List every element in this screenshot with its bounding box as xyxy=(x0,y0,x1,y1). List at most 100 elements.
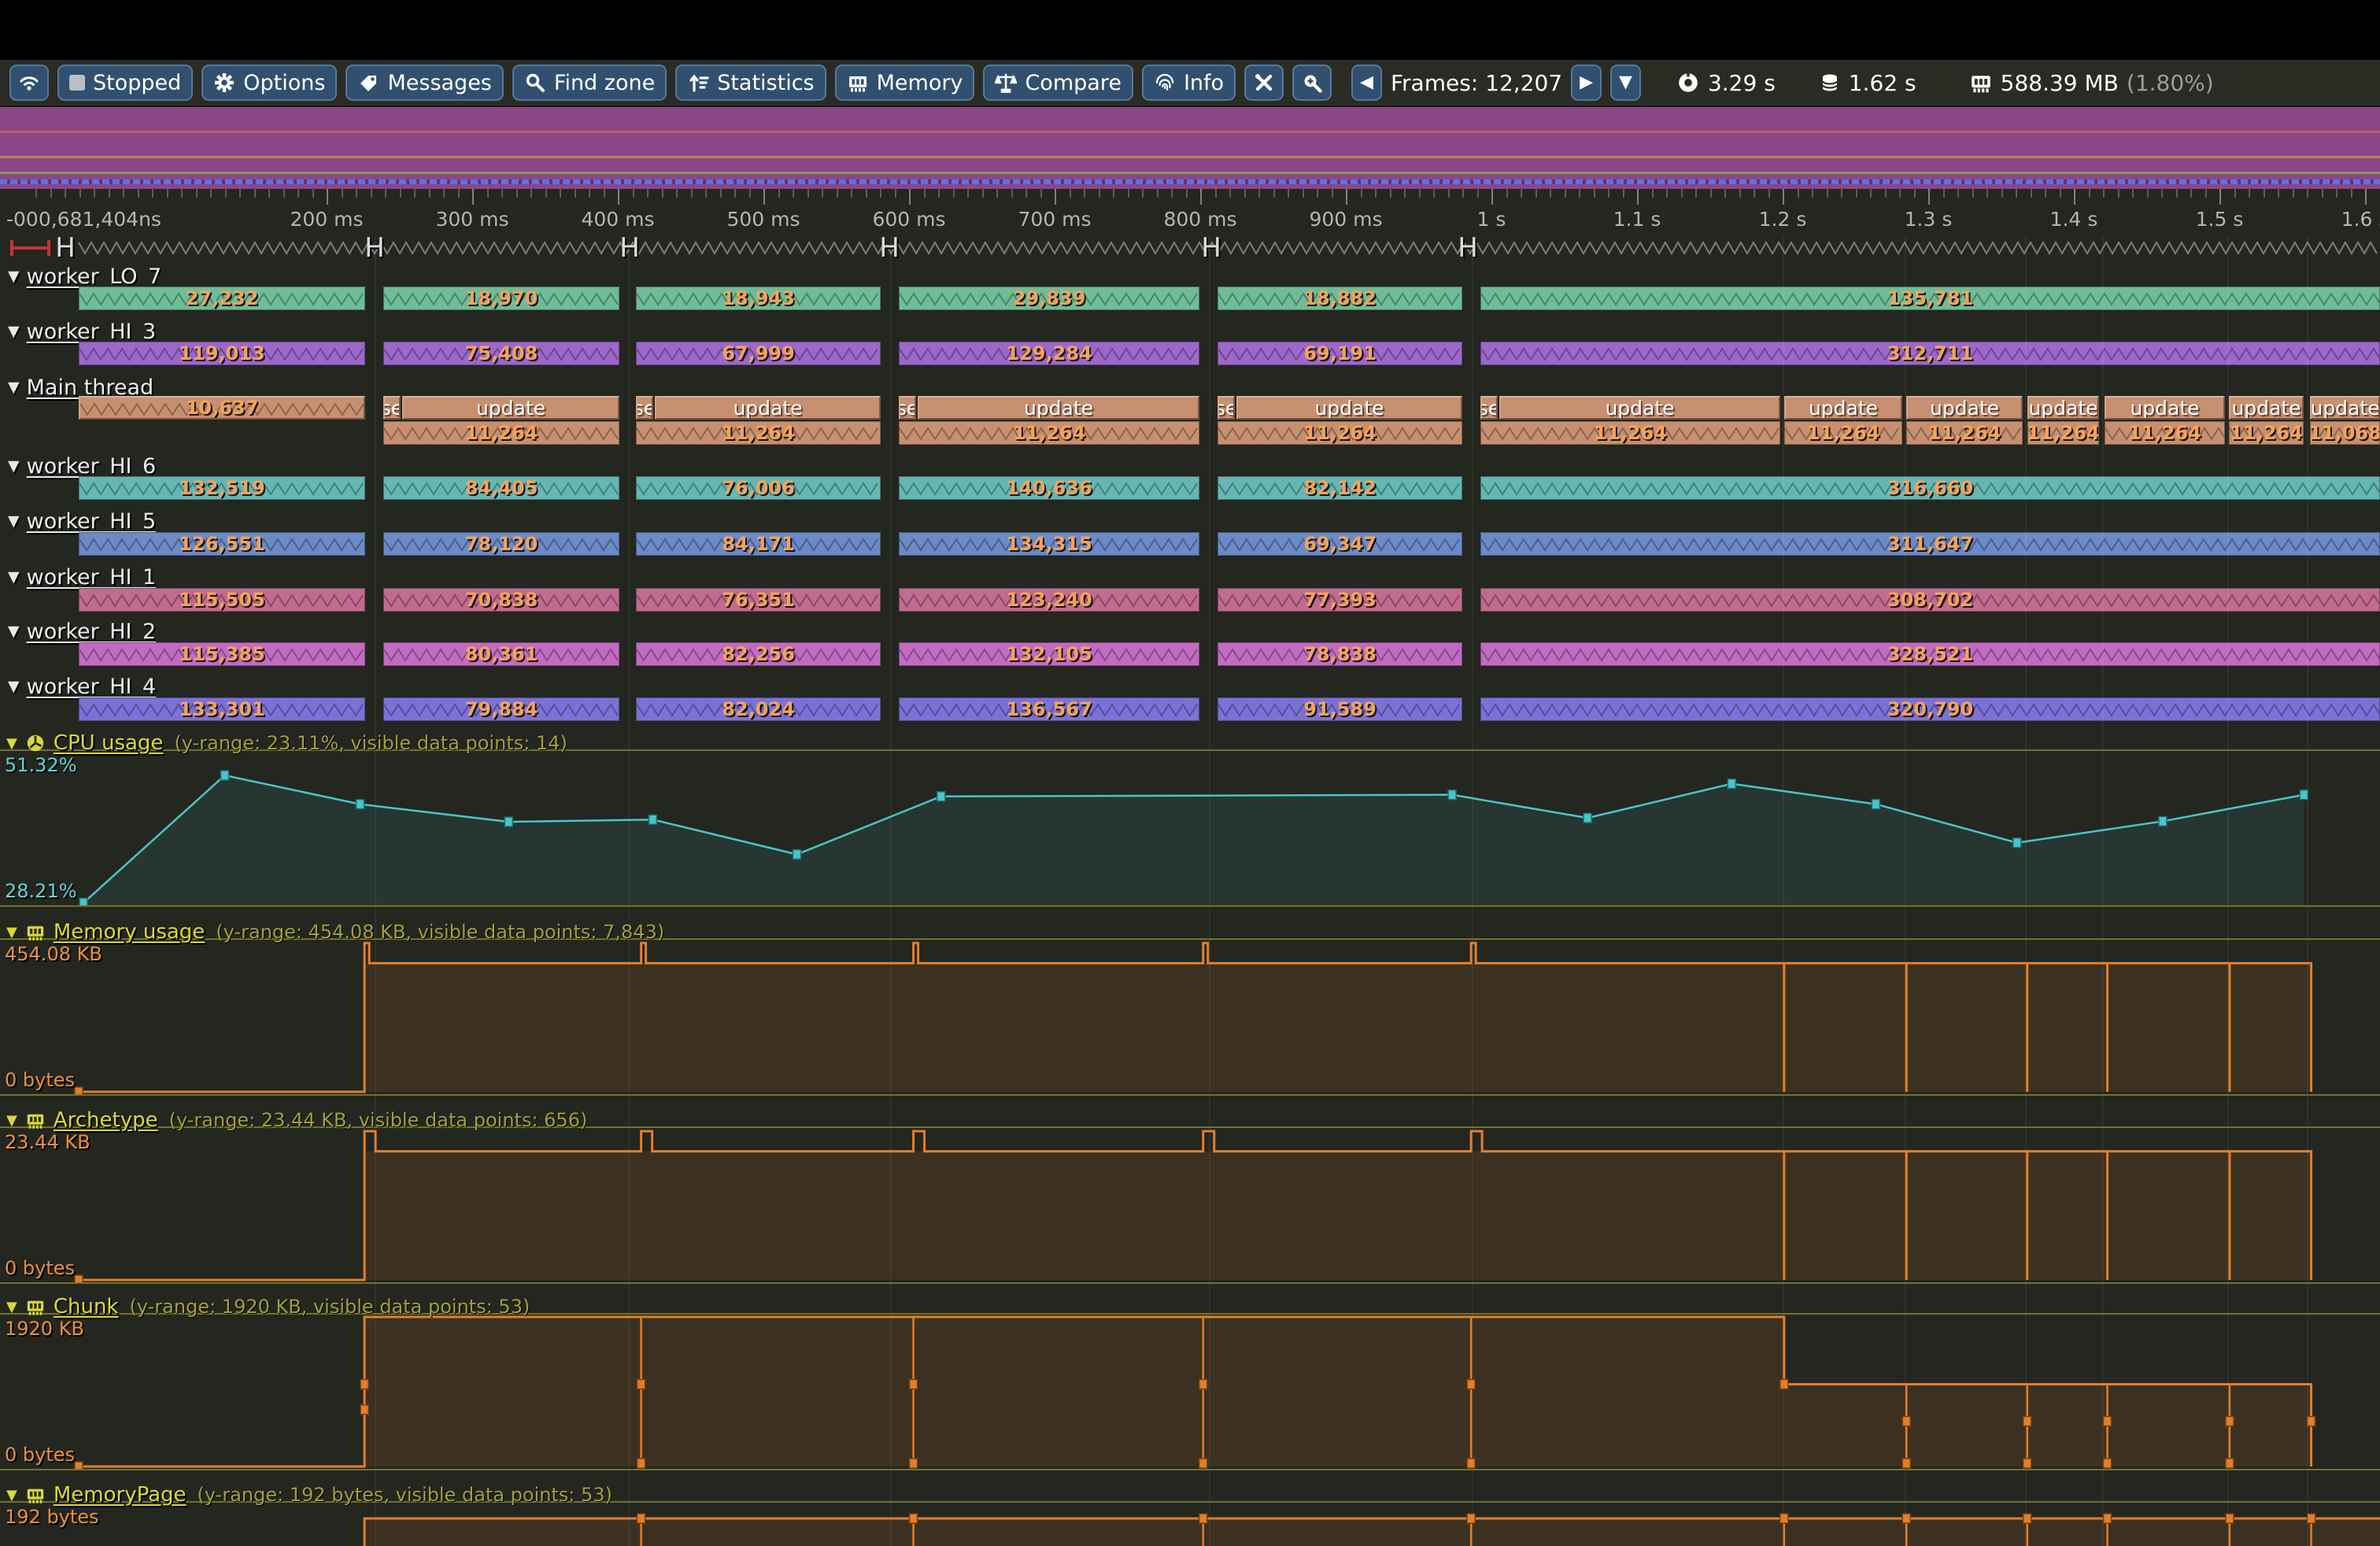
zone-bar[interactable]: 135,781 xyxy=(1480,287,2380,310)
plot-cpu-usage[interactable] xyxy=(0,751,2380,905)
zone-bar[interactable]: 316,660 xyxy=(1480,476,2380,500)
zone-bar[interactable]: 11,264 xyxy=(1784,421,1902,445)
frame-set-marker[interactable]: H xyxy=(1201,233,1221,263)
zone-bar[interactable]: 82,024 xyxy=(636,697,881,721)
statistics-button[interactable]: Statistics xyxy=(675,65,826,101)
info-button[interactable]: Info xyxy=(1142,65,1236,101)
plot-header[interactable]: ▼Memory usage(y-range: 454.08 KB, visibl… xyxy=(6,921,664,943)
collapse-arrow-icon[interactable]: ▼ xyxy=(8,623,20,640)
zone-bar[interactable]: 69,347 xyxy=(1218,532,1462,556)
zone-bar[interactable]: 67,999 xyxy=(636,342,881,365)
plot-header[interactable]: ▼Archetype(y-range: 23.44 KB, visible da… xyxy=(6,1109,587,1131)
zone-bar-se[interactable]: se xyxy=(899,396,916,420)
collapse-arrow-icon[interactable]: ▼ xyxy=(6,924,17,941)
zone-bar[interactable]: 18,882 xyxy=(1218,287,1462,310)
zone-bar[interactable]: 91,589 xyxy=(1218,697,1462,721)
zone-bar[interactable]: 140,636 xyxy=(899,476,1199,500)
plot-header[interactable]: ▼Chunk(y-range: 1920 KB, visible data po… xyxy=(6,1296,530,1318)
zone-bar-update[interactable]: update xyxy=(2027,396,2099,420)
find-zone-button[interactable]: Find zone xyxy=(512,65,667,101)
zone-bar[interactable]: 312,711 xyxy=(1480,342,2380,365)
zone-bar[interactable]: 11,264 xyxy=(1480,421,1780,445)
collapse-arrow-icon[interactable]: ▼ xyxy=(6,1299,17,1315)
collapse-arrow-icon[interactable]: ▼ xyxy=(8,568,20,586)
thread-label[interactable]: ▼worker_HI_5 xyxy=(8,509,156,533)
zone-bar[interactable]: 76,006 xyxy=(636,476,881,500)
collapse-arrow-icon[interactable]: ▼ xyxy=(8,323,20,340)
zone-bar[interactable]: 10,637 xyxy=(79,396,365,420)
collapse-arrow-icon[interactable]: ▼ xyxy=(6,1487,17,1503)
zone-bar[interactable]: 328,521 xyxy=(1480,642,2380,666)
collapse-arrow-icon[interactable]: ▼ xyxy=(6,1112,17,1129)
next-frame-button[interactable]: ▶ xyxy=(1571,65,1602,101)
plot-memory-usage[interactable] xyxy=(0,940,2380,1094)
frame-set-marker[interactable]: H xyxy=(1458,233,1478,263)
zone-bar[interactable]: 11,264 xyxy=(2027,421,2099,445)
collapse-arrow-icon[interactable]: ▼ xyxy=(8,512,20,530)
plot-header[interactable]: ▼CPU usage(y-range: 23.11%, visible data… xyxy=(6,732,567,754)
zone-bar[interactable]: 308,702 xyxy=(1480,588,2380,612)
plot-chunk[interactable] xyxy=(0,1315,2380,1469)
frame-markers-row[interactable]: HHHHHH xyxy=(0,233,2380,263)
zone-bar-update[interactable]: update xyxy=(2229,396,2304,420)
zone-bar-update[interactable]: update xyxy=(1499,396,1780,420)
thread-label[interactable]: ▼worker_HI_2 xyxy=(8,620,156,643)
timeline-ruler[interactable]: -000,681,404ns 200 ms300 ms400 ms500 ms6… xyxy=(0,189,2380,236)
zone-bar[interactable]: 82,256 xyxy=(636,642,881,666)
frame-set-marker[interactable]: H xyxy=(364,233,385,263)
zone-bar-se[interactable]: se xyxy=(383,396,401,420)
zone-bar[interactable]: 11,264 xyxy=(383,421,619,445)
plot-memorypage[interactable] xyxy=(0,1503,2380,1546)
connection-button[interactable] xyxy=(9,65,49,101)
plot-header[interactable]: ▼MemoryPage(y-range: 192 bytes, visible … xyxy=(6,1484,612,1506)
zone-bar[interactable]: 311,647 xyxy=(1480,532,2380,556)
zone-bar[interactable]: 69,191 xyxy=(1218,342,1462,365)
zone-bar[interactable]: 134,315 xyxy=(899,532,1199,556)
collapse-arrow-icon[interactable]: ▼ xyxy=(8,268,20,285)
zone-bar[interactable]: 119,013 xyxy=(79,342,365,365)
frame-set-marker[interactable]: H xyxy=(879,233,900,263)
zone-bar[interactable]: 115,505 xyxy=(79,588,365,612)
collapse-arrow-icon[interactable]: ▼ xyxy=(8,678,20,695)
zone-bar[interactable]: 82,142 xyxy=(1218,476,1462,500)
zone-bar-update[interactable]: update xyxy=(2310,396,2380,420)
frame-dropdown-button[interactable]: ▼ xyxy=(1610,65,1641,101)
zone-bar[interactable]: 11,264 xyxy=(636,421,881,445)
frame-set-marker[interactable]: H xyxy=(55,233,76,263)
options-button[interactable]: Options xyxy=(201,65,337,101)
zone-bar[interactable]: 79,884 xyxy=(383,697,619,721)
stopped-button[interactable]: Stopped xyxy=(57,65,193,101)
zone-bar[interactable]: 123,240 xyxy=(899,588,1199,612)
zone-bar[interactable]: 320,790 xyxy=(1480,697,2380,721)
collapse-arrow-icon[interactable]: ▼ xyxy=(8,457,20,475)
zone-bar[interactable]: 29,839 xyxy=(899,287,1199,310)
zone-bar-update[interactable]: update xyxy=(1906,396,2023,420)
collapse-arrow-icon[interactable]: ▼ xyxy=(6,735,17,752)
prev-frame-button[interactable]: ◀ xyxy=(1351,65,1382,101)
zone-bar[interactable]: 84,171 xyxy=(636,532,881,556)
zone-bar[interactable]: 75,408 xyxy=(383,342,619,365)
zone-bar-update[interactable]: update xyxy=(2105,396,2225,420)
zone-bar-update[interactable]: update xyxy=(655,396,881,420)
thread-label[interactable]: ▼worker_HI_1 xyxy=(8,565,156,589)
zone-bar[interactable]: 126,551 xyxy=(79,532,365,556)
zone-bar[interactable]: 76,351 xyxy=(636,588,881,612)
zone-bar[interactable]: 27,232 xyxy=(79,287,365,310)
zone-bar[interactable]: 11,264 xyxy=(899,421,1199,445)
memory-button[interactable]: Memory xyxy=(835,65,975,101)
thread-label[interactable]: ▼worker_LO_7 xyxy=(8,264,161,288)
zone-bar-update[interactable]: update xyxy=(1784,396,1902,420)
frame-overview-graph[interactable] xyxy=(0,105,2380,189)
zone-bar-update[interactable]: update xyxy=(402,396,619,420)
zone-bar[interactable]: 132,105 xyxy=(899,642,1199,666)
compare-button[interactable]: Compare xyxy=(983,65,1133,101)
zone-bar[interactable]: 129,284 xyxy=(899,342,1199,365)
zone-bar[interactable]: 84,405 xyxy=(383,476,619,500)
zone-bar[interactable]: 18,943 xyxy=(636,287,881,310)
zone-bar[interactable]: 11,264 xyxy=(2105,421,2225,445)
zone-bar[interactable]: 70,838 xyxy=(383,588,619,612)
zoom-button[interactable] xyxy=(1292,65,1332,101)
zone-bar-se[interactable]: se xyxy=(1480,396,1498,420)
zone-bar[interactable]: 78,120 xyxy=(383,532,619,556)
zone-bar-se[interactable]: se xyxy=(1218,396,1235,420)
